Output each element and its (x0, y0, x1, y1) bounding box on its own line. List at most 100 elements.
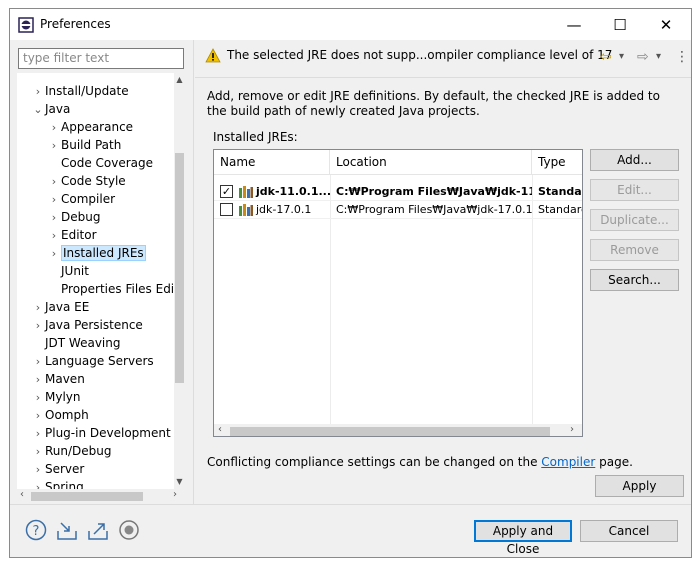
message-text: The selected JRE does not supp...ompiler… (227, 48, 613, 62)
chevron-right-icon[interactable]: › (31, 479, 45, 489)
chevron-right-icon[interactable]: › (47, 191, 61, 209)
duplicate-button[interactable]: Duplicate... (590, 209, 679, 231)
tree-item-label: Server (45, 462, 85, 476)
chevron-right-icon[interactable]: › (31, 461, 45, 479)
jre-name: jdk-17.0.1 (256, 203, 312, 216)
tree-item[interactable]: › Server (31, 460, 85, 479)
tree-item[interactable]: › Compiler (47, 190, 115, 208)
tree-item[interactable]: › Spring (31, 478, 84, 489)
chevron-right-icon[interactable]: › (47, 245, 61, 263)
tree-item[interactable]: ⌄ Java (31, 100, 70, 118)
chevron-right-icon[interactable]: › (31, 83, 45, 101)
scroll-right-icon[interactable]: › (570, 424, 574, 435)
chevron-right-icon[interactable]: › (47, 227, 61, 245)
cancel-button[interactable]: Cancel (580, 520, 678, 542)
chevron-right-icon[interactable]: › (47, 137, 61, 155)
scroll-thumb[interactable] (31, 492, 143, 501)
forward-dropdown-icon[interactable]: ▾ (656, 51, 661, 62)
scroll-right-icon[interactable]: › (173, 489, 177, 500)
import-icon[interactable] (56, 519, 78, 541)
minimize-button[interactable]: — (551, 9, 597, 40)
tree-item[interactable]: Properties Files Editor (47, 280, 185, 298)
search-button[interactable]: Search... (590, 269, 679, 291)
back-dropdown-icon[interactable]: ▾ (619, 51, 624, 62)
column-header-name[interactable]: Name (214, 150, 330, 175)
forward-icon[interactable]: ⇨ (637, 49, 649, 65)
tree-item-label: Properties Files Editor (61, 282, 185, 296)
message-bar: The selected JRE does not supp...ompiler… (195, 41, 691, 77)
page-description: Add, remove or edit JRE definitions. By … (207, 89, 660, 118)
tree-item[interactable]: JDT Weaving (31, 334, 120, 352)
chevron-right-icon[interactable]: › (31, 371, 45, 389)
chevron-right-icon[interactable]: › (31, 389, 45, 407)
view-menu-icon[interactable]: ⋮ (675, 49, 689, 65)
chevron-right-icon[interactable]: › (31, 317, 45, 335)
scroll-left-icon[interactable]: ‹ (20, 489, 24, 500)
scroll-up-icon[interactable]: ▲ (174, 75, 185, 84)
scroll-down-icon[interactable]: ▼ (174, 477, 185, 486)
scroll-thumb[interactable] (175, 153, 184, 383)
apply-button[interactable]: Apply (595, 475, 684, 497)
scroll-thumb[interactable] (230, 427, 550, 436)
tree-item[interactable]: › Java Persistence (31, 316, 143, 334)
tree-item[interactable]: › Installed JREs (47, 244, 146, 262)
message-separator (195, 77, 691, 78)
scroll-left-icon[interactable]: ‹ (218, 424, 222, 435)
table-horizontal-scrollbar[interactable]: ‹ › (214, 424, 582, 436)
warning-icon (205, 48, 221, 63)
record-icon[interactable] (118, 519, 140, 541)
table-row[interactable]: ✓ jdk-11.0.1... C:₩Program Files₩Java₩jd… (214, 183, 582, 201)
tree-item[interactable]: Code Coverage (47, 154, 153, 172)
tree-item[interactable]: › Debug (47, 208, 101, 227)
back-icon[interactable]: ⇦ (600, 49, 612, 65)
tree-item-label: Java (45, 102, 71, 116)
edit-button[interactable]: Edit... (590, 179, 679, 201)
tree-item[interactable]: › Editor (47, 226, 97, 244)
tree-item-label: Language Servers (45, 354, 154, 368)
tree-vertical-scrollbar[interactable]: ▲ ▼ (174, 73, 185, 489)
row-checkbox[interactable]: ✓ (220, 185, 233, 198)
tree-item[interactable]: › Mylyn (31, 388, 81, 406)
tree-item[interactable]: › Build Path (47, 136, 122, 155)
chevron-right-icon[interactable]: › (31, 299, 45, 317)
tree-item[interactable]: › Maven (31, 370, 85, 388)
close-button[interactable]: ✕ (643, 9, 689, 40)
maximize-button[interactable]: ☐ (597, 9, 643, 40)
svg-text:?: ? (33, 524, 40, 539)
tree-item[interactable]: › Appearance (47, 118, 133, 136)
compliance-note-suffix: page. (595, 455, 633, 469)
column-header-type[interactable]: Type (532, 150, 582, 175)
column-header-location[interactable]: Location (330, 150, 532, 175)
row-checkbox[interactable] (220, 203, 233, 216)
compiler-link[interactable]: Compiler (541, 455, 595, 469)
tree-item[interactable]: › Oomph (31, 406, 89, 424)
jre-type: Standard (538, 203, 582, 216)
tree-item[interactable]: › Run/Debug (31, 442, 112, 460)
chevron-right-icon[interactable]: › (31, 443, 45, 461)
chevron-right-icon[interactable]: › (31, 353, 45, 371)
chevron-right-icon[interactable]: › (31, 425, 45, 443)
chevron-right-icon[interactable]: › (47, 119, 61, 137)
tree-item-label: Java Persistence (45, 318, 143, 332)
apply-and-close-button[interactable]: Apply and Close (474, 520, 572, 556)
help-icon[interactable]: ? (25, 519, 47, 541)
chevron-down-icon[interactable]: ⌄ (31, 101, 45, 119)
tree-horizontal-scrollbar[interactable]: ‹ › (17, 489, 185, 503)
tree-item[interactable]: › Code Style (47, 172, 126, 190)
chevron-right-icon[interactable]: › (47, 173, 61, 191)
tree-item[interactable]: › Java EE (31, 298, 90, 317)
compliance-note-text: Conflicting compliance settings can be c… (207, 455, 542, 469)
export-icon[interactable] (87, 519, 109, 541)
chevron-right-icon[interactable]: › (47, 209, 61, 227)
chevron-right-icon[interactable]: › (31, 407, 45, 425)
remove-button[interactable]: Remove (590, 239, 679, 261)
table-row[interactable]: jdk-17.0.1 C:₩Program Files₩Java₩jdk-17.… (214, 201, 582, 219)
tree-item[interactable]: › Plug-in Development (31, 424, 171, 442)
tree-item[interactable]: JUnit (47, 262, 89, 280)
add-button[interactable]: Add... (590, 149, 679, 171)
jre-type: Standard (538, 185, 582, 198)
tree-item[interactable]: › Language Servers (31, 352, 154, 370)
tree-item[interactable]: › Install/Update (31, 82, 129, 100)
filter-input[interactable]: type filter text (18, 48, 184, 69)
tree-item-label: Mylyn (45, 390, 81, 404)
